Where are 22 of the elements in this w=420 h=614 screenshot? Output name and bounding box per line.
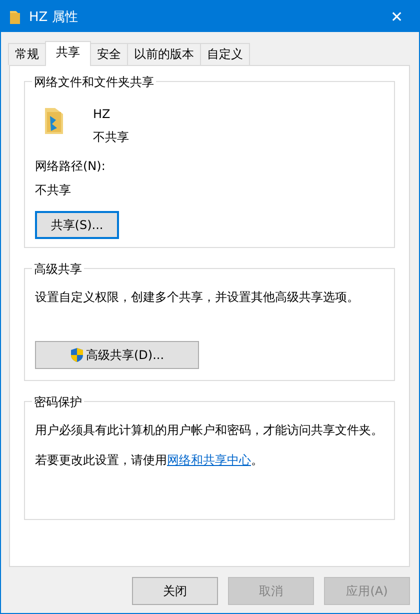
- advanced-sharing-button[interactable]: 高级共享(D)...: [35, 341, 199, 369]
- group-title: 高级共享: [32, 261, 84, 278]
- folder-share-status: 不共享: [93, 129, 129, 146]
- tab[interactable]: 常规: [8, 43, 46, 65]
- folder-name: HZ: [93, 107, 112, 121]
- network-path-value: 不共享: [35, 182, 71, 199]
- network-path-label: 网络路径(N):: [35, 158, 106, 175]
- shield-icon: [70, 347, 84, 363]
- close-button[interactable]: ✕: [375, 1, 419, 32]
- password-protection-description: 用户必须具有此计算机的用户帐户和密码，才能访问共享文件夹。: [35, 422, 383, 438]
- window-title: HZ 属性: [29, 8, 79, 26]
- tab[interactable]: 共享: [45, 41, 91, 66]
- change-setting-text: 若要更改此设置，请使用网络和共享中心。: [35, 452, 263, 468]
- tab[interactable]: 自定义: [200, 43, 250, 65]
- shared-folder-icon: [43, 106, 65, 136]
- group-title: 密码保护: [32, 394, 84, 411]
- dialog-button[interactable]: 关闭: [132, 577, 218, 605]
- group-title: 网络文件和文件夹共享: [32, 74, 156, 91]
- network-sharing-center-link[interactable]: 网络和共享中心: [167, 453, 251, 467]
- share-button[interactable]: 共享(S)...: [35, 211, 119, 239]
- advanced-sharing-description: 设置自定义权限，创建多个共享，并设置其他高级共享选项。: [35, 289, 359, 305]
- folder-icon: [9, 8, 21, 24]
